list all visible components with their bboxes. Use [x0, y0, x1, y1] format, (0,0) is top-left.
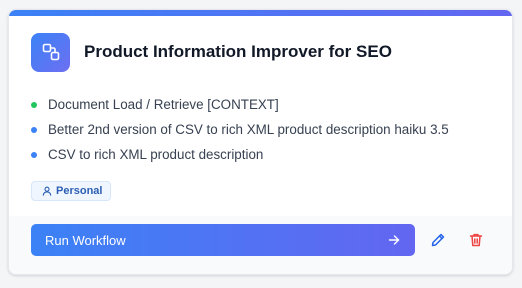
badge-label: Personal [56, 185, 103, 197]
run-workflow-label: Run Workflow [45, 232, 126, 248]
delete-button[interactable] [464, 228, 488, 252]
list-item: Better 2nd version of CSV to rich XML pr… [31, 117, 492, 142]
pencil-icon [430, 232, 446, 248]
status-dot [31, 101, 37, 108]
status-dot [31, 126, 37, 133]
workflow-card: Product Information Improver for SEO Doc… [8, 9, 513, 275]
list-item: CSV to rich XML product description [31, 142, 492, 167]
step-label: Better 2nd version of CSV to rich XML pr… [48, 122, 449, 137]
step-label: CSV to rich XML product description [48, 147, 264, 162]
card-header: Product Information Improver for SEO [31, 32, 492, 72]
step-label: Document Load / Retrieve [CONTEXT] [48, 97, 279, 112]
edit-button[interactable] [426, 228, 450, 252]
workflow-icon [31, 32, 70, 72]
personal-badge: Personal [31, 181, 112, 201]
run-workflow-button[interactable]: Run Workflow [31, 224, 415, 256]
status-dot [31, 151, 37, 158]
user-icon [42, 186, 52, 196]
list-item: Document Load / Retrieve [CONTEXT] [31, 92, 492, 117]
arrow-right-icon [387, 233, 401, 247]
card-footer: Run Workflow [9, 216, 512, 274]
trash-icon [468, 232, 484, 248]
workflow-title: Product Information Improver for SEO [84, 42, 392, 61]
card-accent-bar [9, 10, 512, 16]
workflow-steps-list: Document Load / Retrieve [CONTEXT] Bette… [31, 92, 492, 167]
